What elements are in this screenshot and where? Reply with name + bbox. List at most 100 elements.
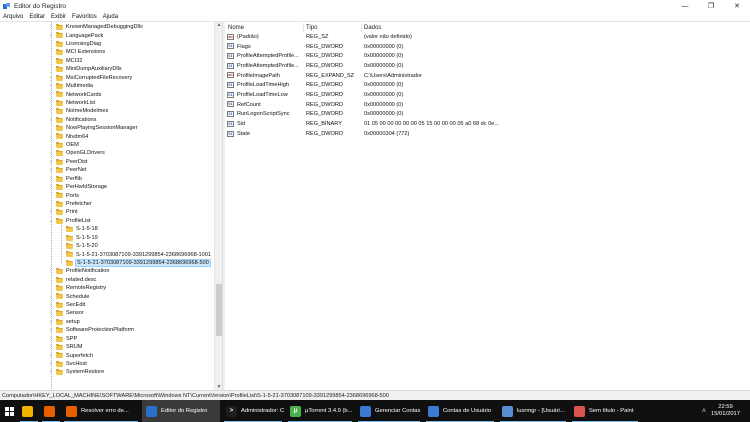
taskbar-item[interactable]: Resolver erro de... bbox=[62, 400, 140, 422]
tree-item[interactable]: › SRUM bbox=[0, 343, 214, 351]
taskbar-item[interactable]: Contas de Usuário bbox=[424, 400, 496, 422]
tree-item[interactable]: RemoteRegistry bbox=[0, 284, 214, 292]
taskbar-item[interactable]: > Administrador: C... bbox=[222, 400, 284, 422]
value-row[interactable]: 01 State REG_DWORD 0x00000304 (772) bbox=[225, 129, 750, 139]
value-row[interactable]: 01 Flags REG_DWORD 0x00000000 (0) bbox=[225, 42, 750, 52]
tree-item[interactable]: › NoImeModelmes bbox=[0, 107, 214, 115]
value-row[interactable]: 01 RunLogonScriptSync REG_DWORD 0x00000000 … bbox=[225, 110, 750, 120]
taskbar-item[interactable]: lusrmgr - [Usuári... bbox=[498, 400, 568, 422]
column-header-data[interactable]: Dados bbox=[364, 23, 504, 32]
tree-item[interactable]: › SystemRestore bbox=[0, 368, 214, 376]
tree-item[interactable]: › Notifications bbox=[0, 116, 214, 124]
tree-item[interactable]: › ProfileNotification bbox=[0, 267, 214, 275]
tree-item[interactable]: OEM bbox=[0, 141, 214, 149]
taskbar-item[interactable]: Sem título - Paint bbox=[570, 400, 640, 422]
tree-item[interactable]: › Perflib bbox=[0, 175, 214, 183]
tree-scrollbar[interactable]: ▲ ▼ bbox=[214, 22, 222, 391]
folder-icon bbox=[66, 234, 73, 241]
tree-item[interactable]: ⌄ ProfileList bbox=[0, 217, 214, 225]
menu-editar[interactable]: Editar bbox=[29, 14, 45, 20]
tree-item[interactable]: S-1-5-18 bbox=[0, 225, 214, 233]
close-button[interactable]: ✕ bbox=[724, 0, 750, 12]
tree-item[interactable]: › SvcHost bbox=[0, 360, 214, 368]
tree-item[interactable]: › KnownManagedDebuggingDlls bbox=[0, 23, 214, 31]
tree-item[interactable]: Prefetcher bbox=[0, 200, 214, 208]
tree-item-label: SPP bbox=[66, 335, 78, 342]
tree-item[interactable]: › Print bbox=[0, 208, 214, 216]
tree-item[interactable]: › SecEdit bbox=[0, 301, 214, 309]
tree-item[interactable]: › Superfetch bbox=[0, 351, 214, 359]
utorrent-icon: µ bbox=[290, 405, 301, 417]
tree-item[interactable]: related.desc bbox=[0, 276, 214, 284]
taskbar-item[interactable]: Editor do Registro bbox=[142, 400, 220, 422]
column-separator[interactable] bbox=[361, 23, 362, 32]
tree-item[interactable]: › PerHwIdStorage bbox=[0, 183, 214, 191]
tree-item[interactable]: › NetworkList bbox=[0, 99, 214, 107]
value-row[interactable]: 01 Sid REG_BINARY 01 05 00 00 00 00 00 05 1… bbox=[225, 119, 750, 129]
value-type: REG_SZ bbox=[306, 33, 329, 40]
menu-exibir[interactable]: Exibir bbox=[51, 14, 66, 20]
maximize-button[interactable]: ❐ bbox=[698, 0, 724, 12]
tree-item[interactable]: › OpenGLDrivers bbox=[0, 149, 214, 157]
tree-item[interactable]: › PeerNet bbox=[0, 166, 214, 174]
menu-arquivo[interactable]: Arquivo bbox=[3, 14, 23, 20]
tree-item[interactable]: › LanguagePack bbox=[0, 31, 214, 39]
value-row[interactable]: 01 ProfileAttemptedProfile... REG_DWORD 0x0… bbox=[225, 61, 750, 71]
tree-item[interactable]: › SoftwareProtectionPlatform bbox=[0, 326, 214, 334]
taskbar-item[interactable] bbox=[18, 400, 40, 422]
taskbar-item-label: lusrmgr - [Usuári... bbox=[517, 408, 565, 414]
folder-icon bbox=[56, 217, 63, 224]
menu-favoritos[interactable]: Favoritos bbox=[72, 14, 97, 20]
taskbar-item[interactable]: µ µTorrent 3.4.9 (b... bbox=[286, 400, 354, 422]
value-data: 0x00000000 (0) bbox=[364, 62, 404, 69]
column-separator[interactable] bbox=[303, 23, 304, 32]
tree-item[interactable]: › SPP bbox=[0, 335, 214, 343]
tree-item[interactable]: › Sensor bbox=[0, 309, 214, 317]
tree-item[interactable]: MCI32 bbox=[0, 57, 214, 65]
tree-item[interactable]: › PeerDist bbox=[0, 158, 214, 166]
tree-item-label: NowPlayingSessionManager bbox=[66, 125, 138, 132]
folder-icon bbox=[56, 209, 63, 216]
tree-item[interactable]: NowPlayingSessionManager bbox=[0, 124, 214, 132]
tree-item[interactable]: › MsiCorruptedFileRecovery bbox=[0, 74, 214, 82]
values-list[interactable]: Nome Tipo Dados ab (Padrão) REG_SZ (valor n… bbox=[225, 22, 750, 391]
tree-item[interactable]: › setup bbox=[0, 318, 214, 326]
tree-item[interactable]: MiniDumpAuxiliaryDlls bbox=[0, 65, 214, 73]
value-type: REG_DWORD bbox=[306, 53, 343, 60]
start-button[interactable] bbox=[0, 400, 18, 422]
column-header-type[interactable]: Tipo bbox=[306, 23, 361, 32]
value-name: State bbox=[237, 130, 251, 137]
folder-icon bbox=[56, 167, 63, 174]
tree-item[interactable]: MCI Extensions bbox=[0, 48, 214, 56]
tree-item[interactable]: S-1-5-21-3703087109-3391299854-236869696… bbox=[0, 258, 214, 267]
firefox-icon bbox=[66, 405, 77, 417]
value-row[interactable]: 01 ProfileLoadTimeHigh REG_DWORD 0x00000000… bbox=[225, 81, 750, 91]
tree-item[interactable]: › Ntvdm64 bbox=[0, 132, 214, 140]
tray-overflow-icon[interactable]: ˄ bbox=[702, 408, 706, 415]
tree-item[interactable]: S-1-5-21-3703087109-3391299854-236869696… bbox=[0, 250, 214, 258]
menu-ajuda[interactable]: Ajuda bbox=[103, 14, 118, 20]
value-row[interactable]: ab (Padrão) REG_SZ (valor não definido) bbox=[225, 32, 750, 42]
value-row[interactable]: 01 RefCount REG_DWORD 0x00000000 (0) bbox=[225, 100, 750, 110]
tree-item[interactable]: › Schedule bbox=[0, 292, 214, 300]
folder-icon bbox=[56, 343, 63, 350]
value-row[interactable]: ab ProfileImagePath REG_EXPAND_SZ C:\Users\… bbox=[225, 71, 750, 81]
value-row[interactable]: 01 ProfileAttemptedProfile... REG_DWORD 0x0… bbox=[225, 51, 750, 61]
taskbar-item[interactable]: Gerenciar Contas bbox=[356, 400, 422, 422]
value-row[interactable]: 01 ProfileLoadTimeLow REG_DWORD 0x00000000 … bbox=[225, 90, 750, 100]
tree-item[interactable]: LicensingDiag bbox=[0, 40, 214, 48]
clock[interactable]: 22:59 15/01/2017 bbox=[711, 404, 740, 418]
value-data: (valor não definido) bbox=[364, 33, 412, 40]
tree-item[interactable]: › Multimedia bbox=[0, 82, 214, 90]
value-name: Sid bbox=[237, 121, 246, 128]
folder-icon bbox=[56, 369, 63, 376]
tree-item[interactable]: S-1-5-20 bbox=[0, 242, 214, 250]
minimize-button[interactable]: — bbox=[672, 0, 698, 12]
tree-item[interactable]: Ports bbox=[0, 191, 214, 199]
title-bar: Editor do Registro — ❐ ✕ bbox=[0, 0, 750, 12]
tree-item[interactable]: › NetworkCards bbox=[0, 90, 214, 98]
tree-item[interactable]: S-1-5-19 bbox=[0, 234, 214, 242]
column-header-name[interactable]: Nome bbox=[228, 23, 304, 32]
taskbar-item[interactable] bbox=[40, 400, 62, 422]
registry-tree[interactable]: › KnownManagedDebuggingDlls › LanguagePack L… bbox=[0, 22, 222, 391]
